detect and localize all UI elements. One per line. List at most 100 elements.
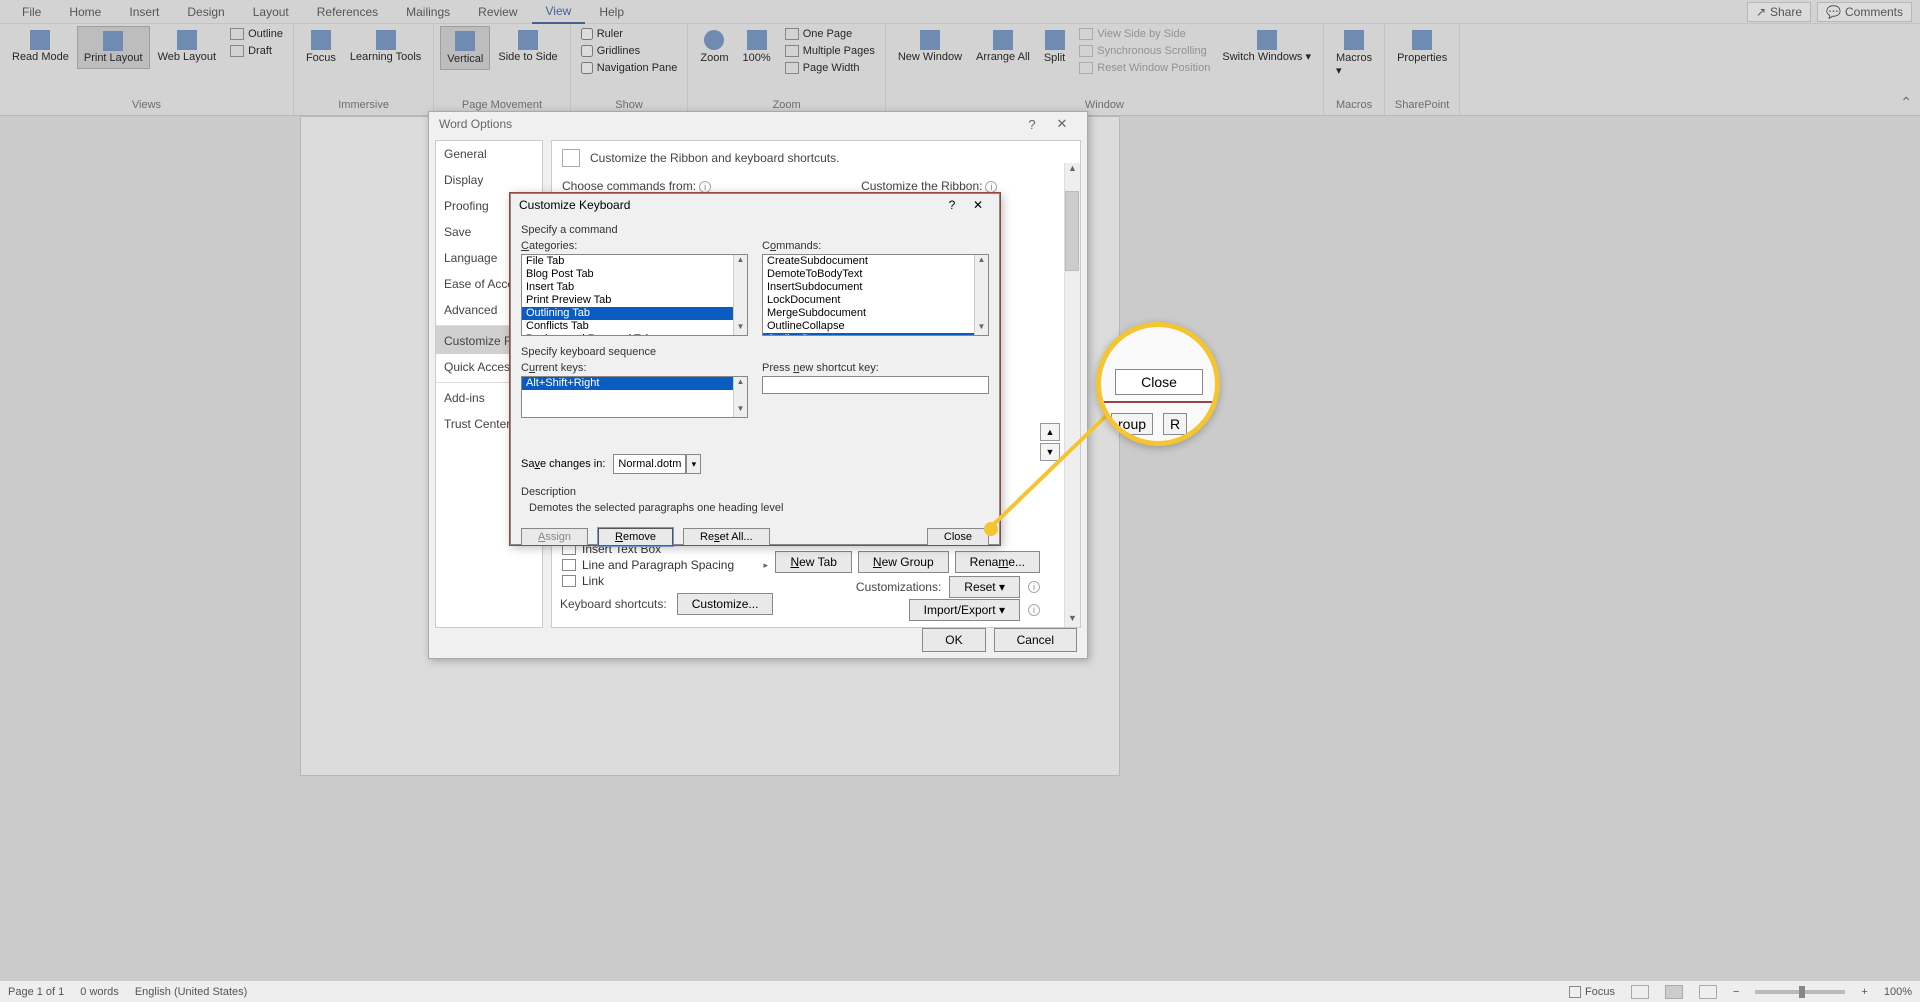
zoom-slider-thumb[interactable] (1799, 986, 1805, 998)
commands-scrollbar[interactable]: ▲▼ (974, 255, 988, 335)
chevron-down-icon[interactable]: ▾ (686, 454, 701, 474)
learning-tools-button[interactable]: Learning Tools (344, 26, 427, 67)
list-item[interactable]: MergeSubdocument (763, 307, 988, 320)
multi-pages-button[interactable]: Multiple Pages (781, 43, 879, 59)
current-keys-listbox[interactable]: Alt+Shift+Right ▲▼ (521, 376, 748, 418)
properties-button[interactable]: Properties (1391, 26, 1453, 68)
tab-view[interactable]: View (532, 0, 586, 24)
tab-file[interactable]: File (8, 1, 55, 23)
list-item[interactable]: Background Removal Tab (522, 333, 747, 336)
scroll-down-icon[interactable]: ▼ (734, 322, 747, 335)
panel-scrollbar[interactable]: ▲ ▼ (1064, 163, 1080, 627)
tab-review[interactable]: Review (464, 1, 531, 23)
list-item[interactable]: Conflicts Tab (522, 320, 747, 333)
reset-all-button[interactable]: Reset All... (683, 528, 770, 546)
share-button[interactable]: ↗Share (1747, 2, 1811, 22)
ruler-checkbox[interactable]: Ruler (577, 26, 627, 42)
read-mode-button[interactable]: Read Mode (6, 26, 75, 67)
move-up-button[interactable]: ▲ (1040, 423, 1060, 441)
move-down-button[interactable]: ▼ (1040, 443, 1060, 461)
remove-button[interactable]: Remove (598, 528, 673, 546)
list-item[interactable]: DemoteToBodyText (763, 268, 988, 281)
word-options-cancel[interactable]: Cancel (994, 628, 1077, 652)
vertical-button[interactable]: Vertical (440, 26, 490, 70)
list-item-line-spacing[interactable]: Line and Paragraph Spacing▸ (560, 557, 770, 573)
zoom-out-button[interactable]: − (1733, 986, 1739, 998)
language-indicator[interactable]: English (United States) (135, 986, 248, 998)
gridlines-check-input[interactable] (581, 45, 593, 57)
scroll-up-icon[interactable]: ▲ (975, 255, 988, 268)
list-item[interactable]: Print Preview Tab (522, 294, 747, 307)
word-count[interactable]: 0 words (80, 986, 119, 998)
comments-button[interactable]: 💬Comments (1817, 2, 1912, 22)
list-item[interactable]: File Tab (522, 255, 747, 268)
assign-button[interactable]: Assign (521, 528, 588, 546)
navigation-pane-checkbox[interactable]: Navigation Pane (577, 60, 682, 76)
current-keys-scrollbar[interactable]: ▲▼ (733, 377, 747, 417)
word-options-close-icon[interactable]: ✕ (1047, 116, 1077, 132)
list-item[interactable]: LockDocument (763, 294, 988, 307)
list-item[interactable]: Alt+Shift+Right (522, 377, 747, 390)
new-window-button[interactable]: New Window (892, 26, 968, 67)
tab-home[interactable]: Home (55, 1, 115, 23)
tab-insert[interactable]: Insert (115, 1, 173, 23)
scroll-up-icon[interactable]: ▲ (1065, 163, 1080, 177)
ck-close-icon[interactable]: ✕ (965, 198, 991, 212)
switch-windows-button[interactable]: Switch Windows ▾ (1216, 26, 1317, 67)
save-changes-select[interactable]: Normal.dotm▾ (613, 454, 686, 474)
draft-button[interactable]: Draft (226, 43, 287, 59)
sidebar-item-display[interactable]: Display (436, 167, 542, 193)
new-shortcut-input[interactable] (762, 376, 989, 394)
categories-listbox[interactable]: File Tab Blog Post Tab Insert Tab Print … (521, 254, 748, 336)
scroll-down-icon[interactable]: ▼ (975, 322, 988, 335)
focus-button[interactable]: Focus (300, 26, 342, 68)
hundred-button[interactable]: 100% (737, 26, 777, 68)
ruler-check-input[interactable] (581, 28, 593, 40)
page-width-button[interactable]: Page Width (781, 60, 879, 76)
one-page-button[interactable]: One Page (781, 26, 879, 42)
scroll-up-icon[interactable]: ▲ (734, 377, 747, 390)
list-item[interactable]: Outlining Tab (522, 307, 747, 320)
reset-window-button[interactable]: Reset Window Position (1075, 60, 1214, 76)
categories-scrollbar[interactable]: ▲▼ (733, 255, 747, 335)
nav-check-input[interactable] (581, 62, 593, 74)
commands-listbox[interactable]: CreateSubdocument DemoteToBodyText Inser… (762, 254, 989, 336)
arrange-all-button[interactable]: Arrange All (970, 26, 1036, 67)
tab-design[interactable]: Design (173, 1, 238, 23)
side-to-side-button[interactable]: Side to Side (492, 26, 563, 67)
reset-info-icon[interactable]: i (1028, 581, 1040, 593)
tab-help[interactable]: Help (585, 1, 638, 23)
new-tab-button[interactable]: New Tab (775, 551, 851, 573)
scroll-down-icon[interactable]: ▼ (1065, 613, 1080, 627)
zoom-level[interactable]: 100% (1884, 986, 1912, 998)
customize-shortcuts-button[interactable]: Customize... (677, 593, 774, 615)
scroll-thumb[interactable] (1065, 191, 1079, 271)
page-indicator[interactable]: Page 1 of 1 (8, 986, 64, 998)
word-options-ok[interactable]: OK (922, 628, 985, 652)
tab-references[interactable]: References (303, 1, 392, 23)
reset-button[interactable]: Reset ▾ (949, 576, 1020, 598)
ck-help-icon[interactable]: ? (939, 198, 965, 212)
list-item[interactable]: Blog Post Tab (522, 268, 747, 281)
scroll-up-icon[interactable]: ▲ (734, 255, 747, 268)
macros-button[interactable]: Macros▾ (1330, 26, 1378, 81)
tab-mailings[interactable]: Mailings (392, 1, 464, 23)
list-item[interactable]: InsertSubdocument (763, 281, 988, 294)
list-item[interactable]: Insert Tab (522, 281, 747, 294)
list-item[interactable]: CreateSubdocument (763, 255, 988, 268)
list-item[interactable]: OutlineDemote (763, 333, 988, 336)
ribbon-collapse-icon[interactable]: ⌃ (1900, 94, 1912, 111)
scroll-down-icon[interactable]: ▼ (734, 404, 747, 417)
sidebar-item-general[interactable]: General (436, 141, 542, 167)
tab-layout[interactable]: Layout (239, 1, 303, 23)
zoom-in-button[interactable]: + (1861, 986, 1867, 998)
focus-mode-button[interactable]: Focus (1569, 986, 1615, 998)
web-view-button[interactable] (1699, 985, 1717, 999)
rename-button[interactable]: Rename... (955, 551, 1040, 573)
new-group-button[interactable]: New Group (858, 551, 949, 573)
import-export-info-icon[interactable]: i (1028, 604, 1040, 616)
print-view-button[interactable] (1665, 985, 1683, 999)
read-view-button[interactable] (1631, 985, 1649, 999)
gridlines-checkbox[interactable]: Gridlines (577, 43, 644, 59)
print-layout-button[interactable]: Print Layout (77, 26, 150, 69)
